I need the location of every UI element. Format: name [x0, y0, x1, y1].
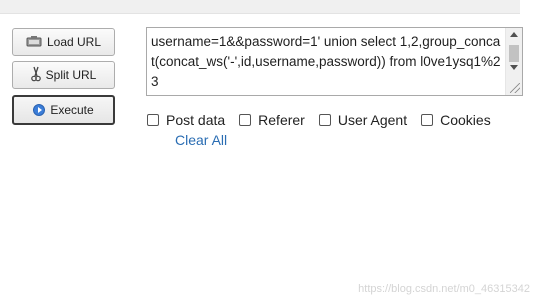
- cookies-checkbox[interactable]: [421, 114, 434, 126]
- options-row: Post data Referer User Agent Cookies: [147, 111, 505, 129]
- resize-grip-icon[interactable]: [510, 83, 520, 93]
- url-textarea[interactable]: username=1&&password=1' union select 1,2…: [146, 27, 523, 96]
- watermark-text: https://blog.csdn.net/m0_46315342: [358, 283, 530, 295]
- load-url-button[interactable]: Load URL: [12, 28, 115, 56]
- user-agent-checkbox[interactable]: [318, 114, 331, 126]
- referer-label: Referer: [258, 112, 305, 128]
- split-url-icon: [30, 66, 41, 85]
- load-url-label: Load URL: [46, 35, 102, 49]
- execute-label: Execute: [50, 103, 94, 117]
- option-cookies[interactable]: Cookies: [421, 112, 491, 128]
- cookies-label: Cookies: [440, 112, 491, 128]
- user-agent-label: User Agent: [337, 112, 408, 128]
- split-url-button[interactable]: Split URL: [12, 61, 115, 89]
- top-toolbar-strip: [0, 0, 544, 14]
- option-user-agent[interactable]: User Agent: [318, 112, 408, 128]
- clear-all-link[interactable]: Clear All: [175, 132, 227, 148]
- execute-button[interactable]: Execute: [12, 95, 115, 125]
- top-strip-edge: [520, 0, 544, 14]
- option-referer[interactable]: Referer: [239, 112, 305, 128]
- scroll-thumb[interactable]: [509, 45, 519, 62]
- post-data-label: Post data: [166, 112, 226, 128]
- load-url-icon: [26, 35, 42, 50]
- scroll-down-icon[interactable]: [510, 65, 518, 70]
- scroll-up-icon[interactable]: [510, 32, 518, 37]
- referer-checkbox[interactable]: [239, 114, 252, 126]
- split-url-label: Split URL: [45, 68, 97, 82]
- url-textarea-value[interactable]: username=1&&password=1' union select 1,2…: [151, 32, 501, 92]
- execute-icon: [33, 104, 46, 116]
- post-data-checkbox[interactable]: [147, 114, 159, 126]
- option-post-data[interactable]: Post data: [147, 112, 225, 128]
